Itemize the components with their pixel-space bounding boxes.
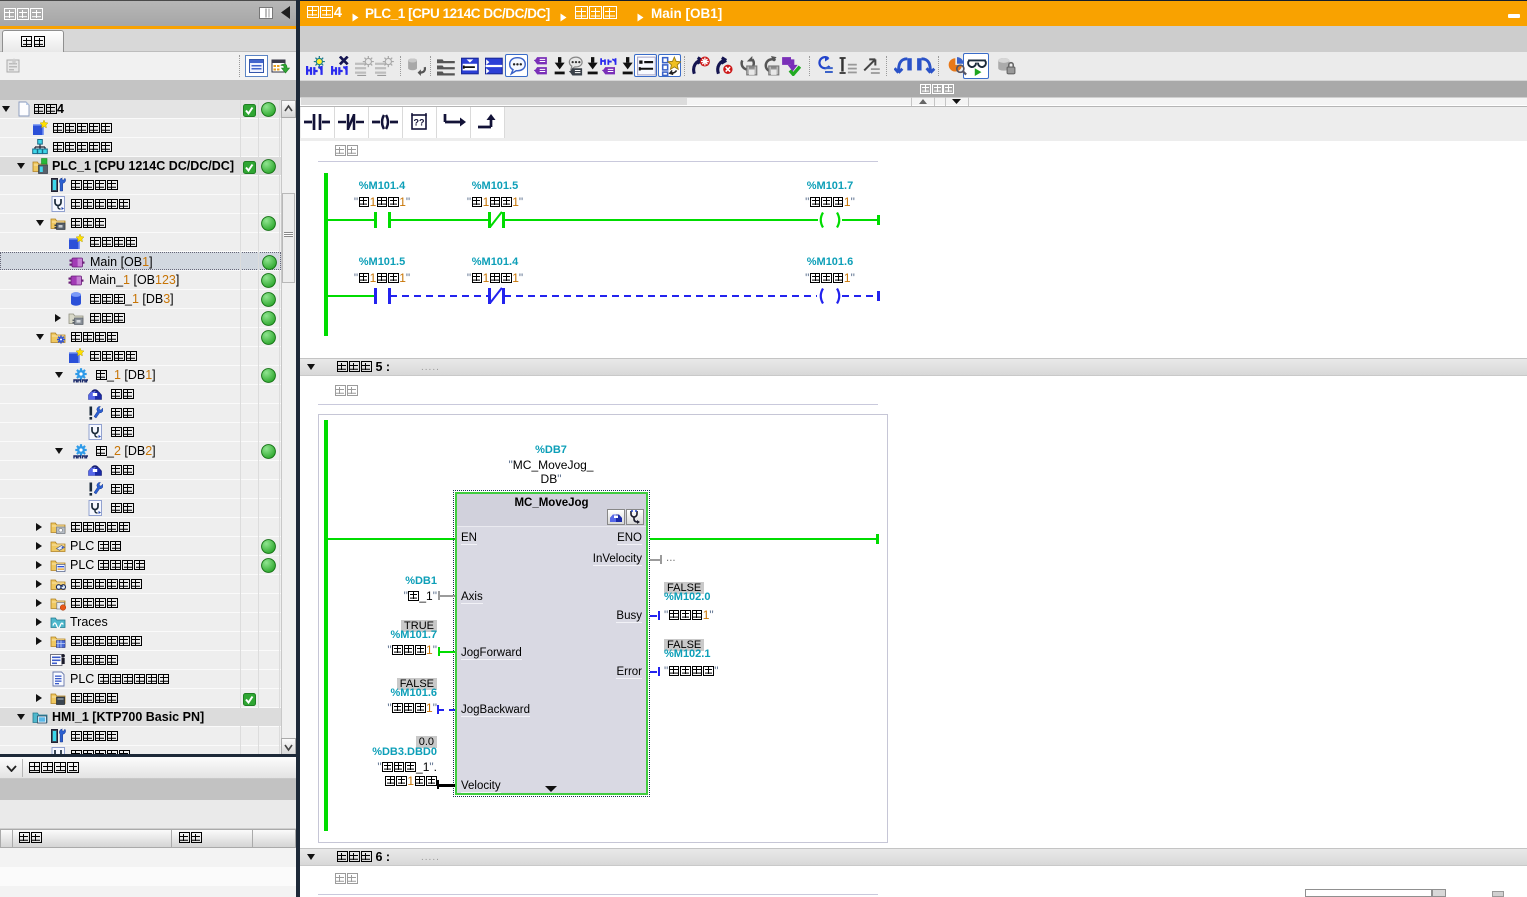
svg-text:??: ?? — [414, 118, 425, 128]
